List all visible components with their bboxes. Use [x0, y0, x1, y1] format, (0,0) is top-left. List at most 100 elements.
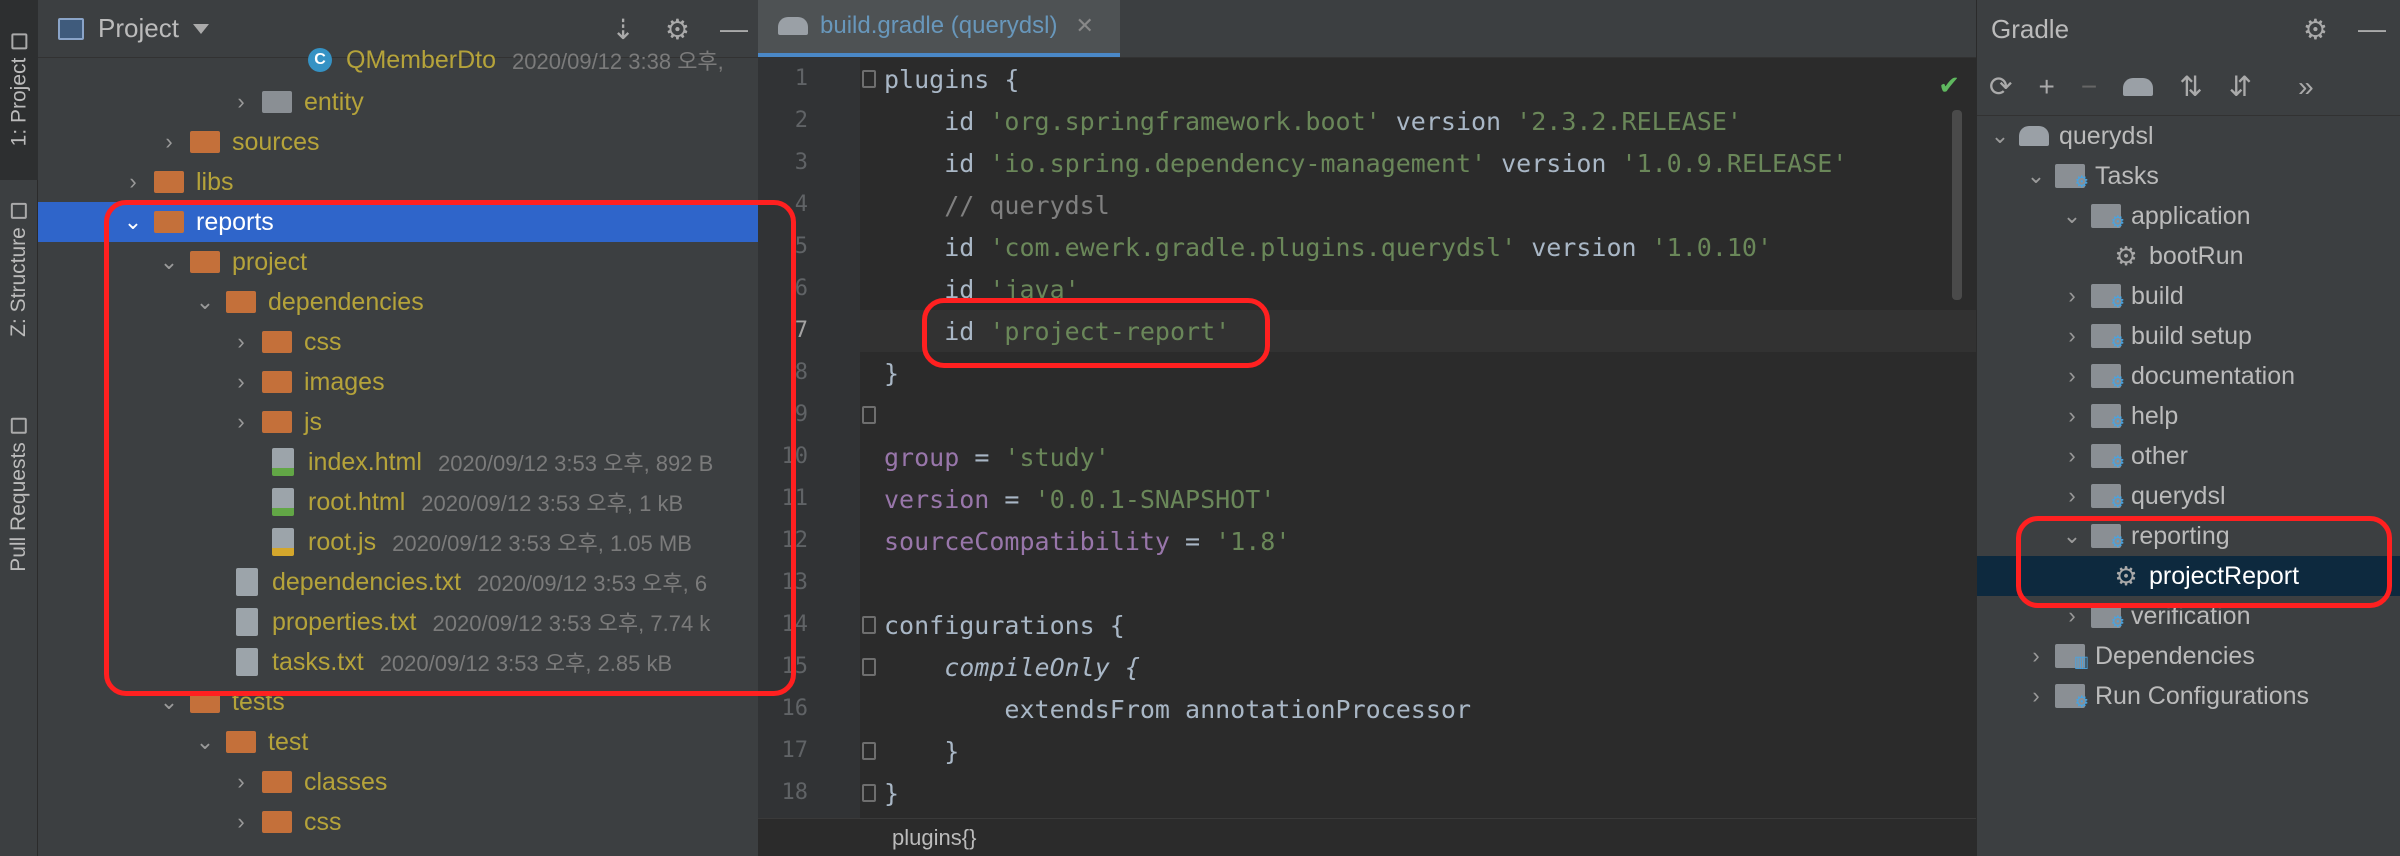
chevron-down-icon[interactable]: ⌄ — [156, 689, 182, 715]
gradle-item-label: build — [2131, 281, 2184, 310]
gradle-item-documentation[interactable]: › ⚙ documentation — [1977, 356, 2400, 396]
gradle-item-build[interactable]: › ⚙ build — [1977, 276, 2400, 316]
chevron-down-icon[interactable]: ⌄ — [2059, 523, 2085, 549]
tree-item-images[interactable]: › images — [38, 362, 758, 402]
minimize-icon[interactable]: — — [2358, 13, 2386, 45]
tree-item-test-css[interactable]: › css — [38, 802, 758, 842]
gradle-item-querydsl-project[interactable]: ⌄ querydsl — [1977, 116, 2400, 156]
gradle-item-querydsl-group[interactable]: › ⚙ querydsl — [1977, 476, 2400, 516]
gradle-item-label: help — [2131, 401, 2179, 430]
code-line: version = '0.0.1-SNAPSHOT' — [884, 478, 1275, 520]
code-token: '1.0.9.RELEASE' — [1621, 148, 1848, 178]
chevron-right-icon[interactable]: › — [156, 129, 182, 155]
fold-marker-icon[interactable] — [862, 616, 876, 634]
chevron-right-icon[interactable]: › — [2059, 403, 2085, 429]
tree-item-classes[interactable]: › classes — [38, 762, 758, 802]
tree-item-test[interactable]: ⌄ test — [38, 722, 758, 762]
editor-tab-build-gradle[interactable]: build.gradle (querydsl) ✕ — [758, 0, 1120, 57]
gradle-item-bootrun[interactable]: ⚙ bootRun — [1977, 236, 2400, 276]
code-token: version — [1486, 148, 1622, 178]
tree-item-tests[interactable]: ⌄ tests — [38, 682, 758, 722]
chevron-right-icon[interactable]: › — [120, 169, 146, 195]
fold-marker-icon[interactable] — [862, 784, 876, 802]
remove-icon[interactable]: − — [2081, 71, 2097, 103]
gradle-item-reporting[interactable]: ⌄ ⚙ reporting — [1977, 516, 2400, 556]
gradle-item-tasks[interactable]: ⌄ ⚙ Tasks — [1977, 156, 2400, 196]
chevron-down-icon[interactable]: ⌄ — [120, 209, 146, 235]
tree-item-meta: 2020/09/12 3:38 오후, — [512, 49, 724, 74]
tree-item-reports[interactable]: ⌄ reports — [38, 202, 758, 242]
fold-marker-icon[interactable] — [862, 658, 876, 676]
gear-icon[interactable]: ⚙ — [2303, 13, 2328, 46]
run-configurations-icon: ⚙ — [2055, 684, 2089, 711]
code-token: version — [884, 484, 990, 514]
chevron-down-icon[interactable]: ⌄ — [192, 729, 218, 755]
chevron-right-icon[interactable]: › — [228, 329, 254, 355]
line-number: 14 — [781, 612, 809, 637]
chevron-right-icon[interactable]: › — [2059, 603, 2085, 629]
tree-item-dependencies-txt[interactable]: dependencies.txt 2020/09/12 3:53 오후, 6 — [38, 562, 758, 602]
chevron-right-icon[interactable]: › — [2059, 483, 2085, 509]
tree-item-libs[interactable]: › libs — [38, 162, 758, 202]
chevron-down-icon[interactable]: ⌄ — [2023, 163, 2049, 189]
chevron-right-icon[interactable]: › — [2023, 643, 2049, 669]
refresh-icon[interactable]: ⟳ — [1989, 70, 2012, 103]
gradle-item-help[interactable]: › ⚙ help — [1977, 396, 2400, 436]
project-window-icon — [58, 17, 84, 40]
code-token: } — [884, 736, 960, 766]
gradle-elephant-icon — [778, 17, 808, 35]
chevron-right-icon[interactable]: › — [2023, 683, 2049, 709]
tree-item-tasks-txt[interactable]: tasks.txt 2020/09/12 3:53 오후, 2.85 kB — [38, 642, 758, 682]
collapse-all-icon[interactable]: ⇵ — [2229, 70, 2252, 103]
tree-item-properties-txt[interactable]: properties.txt 2020/09/12 3:53 오후, 7.74 … — [38, 602, 758, 642]
structure-tool-tab[interactable]: Z: Structure — [0, 180, 38, 360]
tree-item-entity[interactable]: › entity — [38, 82, 758, 122]
expand-all-icon[interactable]: ⇅ — [2179, 70, 2202, 103]
chevron-right-icon[interactable]: › — [228, 409, 254, 435]
code-line: id 'io.spring.dependency-management' ver… — [884, 142, 1847, 184]
chevron-down-icon[interactable]: ⌄ — [156, 249, 182, 275]
chevron-right-icon[interactable]: › — [2059, 443, 2085, 469]
breadcrumb[interactable]: plugins{} — [892, 825, 976, 851]
gradle-elephant-icon — [2019, 126, 2049, 146]
chevron-right-icon[interactable]: › — [228, 769, 254, 795]
tree-item-qmemberdto[interactable]: C QMemberDto 2020/09/12 3:38 오후, — [38, 40, 758, 80]
tree-item-js[interactable]: › js — [38, 402, 758, 442]
vertical-scrollbar[interactable] — [1952, 110, 1962, 300]
tree-item-root-html[interactable]: root.html 2020/09/12 3:53 오후, 1 kB — [38, 482, 758, 522]
chevron-right-icon[interactable]: › — [2059, 283, 2085, 309]
add-icon[interactable]: + — [2038, 71, 2054, 103]
tree-item-sources[interactable]: › sources — [38, 122, 758, 162]
chevron-right-icon[interactable]: › — [2059, 363, 2085, 389]
chevron-right-icon[interactable]: › — [228, 809, 254, 835]
chevron-down-icon[interactable]: ⌄ — [1987, 123, 2013, 149]
tree-item-css[interactable]: › css — [38, 322, 758, 362]
gradle-item-application[interactable]: ⌄ ⚙ application — [1977, 196, 2400, 236]
pull-requests-tool-tab[interactable]: Pull Requests — [0, 380, 38, 610]
gradle-item-run-configurations[interactable]: › ⚙ Run Configurations — [1977, 676, 2400, 716]
fold-marker-icon[interactable] — [862, 70, 876, 88]
chevron-down-icon[interactable]: ⌄ — [2059, 203, 2085, 229]
chevron-right-icon[interactable]: › — [2059, 323, 2085, 349]
chevron-right-icon[interactable]: › — [228, 89, 254, 115]
gradle-item-other[interactable]: › ⚙ other — [1977, 436, 2400, 476]
gradle-item-build-setup[interactable]: › ⚙ build setup — [1977, 316, 2400, 356]
editor-tab-label: build.gradle (querydsl) — [820, 12, 1058, 39]
tree-item-project[interactable]: ⌄ project — [38, 242, 758, 282]
tree-item-dependencies[interactable]: ⌄ dependencies — [38, 282, 758, 322]
tree-item-index-html[interactable]: index.html 2020/09/12 3:53 오후, 892 B — [38, 442, 758, 482]
tree-item-root-js[interactable]: root.js 2020/09/12 3:53 오후, 1.05 MB — [38, 522, 758, 562]
close-icon[interactable]: ✕ — [1075, 13, 1093, 39]
project-tool-tab[interactable]: 1: Project — [0, 0, 38, 180]
gradle-item-verification[interactable]: › ⚙ verification — [1977, 596, 2400, 636]
gradle-item-projectreport[interactable]: ⚙ projectReport — [1977, 556, 2400, 596]
gradle-item-dependencies[interactable]: › ▥ Dependencies — [1977, 636, 2400, 676]
fold-marker-icon[interactable] — [862, 406, 876, 424]
chevron-down-icon[interactable] — [192, 23, 209, 34]
line-number: 3 — [794, 150, 808, 175]
chevron-down-icon[interactable]: ⌄ — [192, 289, 218, 315]
more-icon[interactable]: » — [2298, 71, 2314, 103]
gradle-elephant-icon[interactable] — [2123, 77, 2154, 96]
fold-marker-icon[interactable] — [862, 742, 876, 760]
chevron-right-icon[interactable]: › — [228, 369, 254, 395]
